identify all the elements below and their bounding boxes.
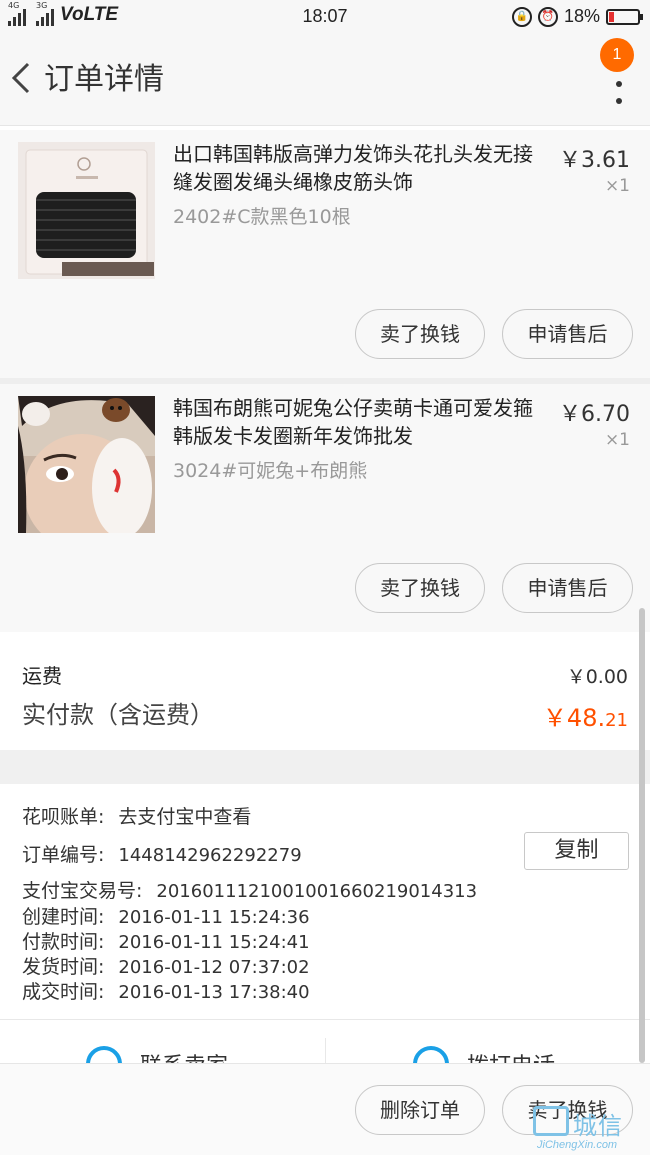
product-name[interactable]: 出口韩国韩版高弹力发饰头花扎头发无接缝发圈发绳头绳橡皮筋头饰: [173, 140, 548, 196]
completed-row: 成交时间: 2016-01-13 17:38:40: [22, 977, 310, 1004]
created-row: 创建时间: 2016-01-11 15:24:36: [22, 902, 310, 929]
product-sku: 3024#可妮兔+布朗熊: [173, 460, 368, 482]
nav-bar: 订单详情 1: [0, 34, 650, 126]
total-main: ￥48.: [542, 704, 606, 732]
huabei-link[interactable]: 去支付宝中查看: [118, 806, 251, 828]
payment-summary: 运费 ￥0.00 实付款（含运费） ￥48.21: [0, 632, 650, 750]
huabei-label: 花呗账单:: [22, 806, 105, 828]
watermark-logo: 城信 JiChengXin.com: [533, 1106, 645, 1154]
completed-value: 2016-01-13 17:38:40: [118, 982, 310, 1003]
watermark-icon: [533, 1106, 569, 1136]
contact-row: 联系卖家 拨打电话: [0, 1019, 650, 1063]
chat-icon: [86, 1046, 122, 1063]
shipped-row: 发货时间: 2016-01-12 07:37:02: [22, 952, 310, 979]
total-cents: 21: [605, 710, 628, 731]
watermark-url: JiChengXin.com: [537, 1139, 618, 1151]
scrollbar[interactable]: [639, 608, 645, 1063]
watermark-text: 城信: [573, 1112, 623, 1140]
order-info: 花呗账单: 去支付宝中查看 订单编号: 1448142962292279 复制 支付…: [0, 784, 650, 1019]
product-quantity: ×1: [604, 176, 630, 196]
phone-icon: [413, 1046, 449, 1063]
shipped-label: 发货时间:: [22, 956, 105, 978]
product-price: ￥3.61: [559, 148, 630, 173]
notification-badge: 1: [600, 38, 634, 72]
order-number-label: 订单编号:: [22, 844, 105, 866]
paid-label: 付款时间:: [22, 931, 105, 953]
paid-row: 付款时间: 2016-01-11 15:24:41: [22, 927, 310, 954]
product-price: ￥6.70: [559, 402, 630, 427]
status-right: 🔒 ⏰ 18%: [511, 6, 643, 27]
contact-seller-label: 联系卖家: [140, 1048, 228, 1063]
back-arrow-icon[interactable]: [8, 58, 38, 98]
contact-seller-button[interactable]: 联系卖家: [0, 1020, 325, 1063]
status-bar: 4G 3G VoLTE 18:07 🔒 ⏰ 18%: [0, 0, 650, 34]
total-label: 实付款（含运费）: [22, 701, 214, 729]
completed-label: 成交时间:: [22, 981, 105, 1003]
call-phone-label: 拨打电话: [467, 1048, 555, 1063]
section-gap: [0, 750, 650, 784]
copy-button[interactable]: 复制: [524, 832, 629, 870]
alipay-value: 2016011121001001660219014313: [156, 881, 478, 902]
created-value: 2016-01-11 15:24:36: [118, 907, 310, 928]
delete-order-button[interactable]: 删除订单: [355, 1085, 485, 1135]
alarm-icon: ⏰: [537, 6, 558, 27]
call-phone-button[interactable]: 拨打电话: [325, 1038, 650, 1063]
alipay-label: 支付宝交易号:: [22, 880, 143, 902]
after-sale-button[interactable]: 申请售后: [502, 309, 633, 359]
huabei-row[interactable]: 花呗账单: 去支付宝中查看: [22, 802, 251, 829]
product-thumbnail[interactable]: [18, 142, 155, 279]
order-number-value: 1448142962292279: [118, 845, 302, 866]
page-title: 订单详情: [44, 62, 164, 97]
created-label: 创建时间:: [22, 906, 105, 928]
battery-percent: 18%: [563, 6, 600, 26]
shipped-value: 2016-01-12 07:37:02: [118, 957, 310, 978]
shipping-value: ￥0.00: [566, 666, 628, 688]
battery-fill: [609, 11, 614, 22]
product-sku: 2402#C款黑色10根: [173, 206, 351, 228]
battery-icon: [606, 8, 643, 25]
total-value: ￥48.21: [543, 698, 628, 733]
order-item[interactable]: 韩国布朗熊可妮兔公仔卖萌卡通可爱发箍韩版发卡发圈新年发饰批发 3024#可妮兔+…: [0, 384, 650, 632]
product-quantity: ×1: [604, 430, 630, 450]
product-thumbnail[interactable]: [18, 396, 155, 533]
product-name[interactable]: 韩国布朗熊可妮兔公仔卖萌卡通可爱发箍韩版发卡发圈新年发饰批发: [173, 394, 548, 450]
lock-rotation-icon: 🔒: [511, 6, 532, 27]
paid-value: 2016-01-11 15:24:41: [118, 932, 310, 953]
sell-button[interactable]: 卖了换钱: [355, 563, 485, 613]
order-number-row: 订单编号: 1448142962292279: [22, 840, 302, 867]
alipay-row: 支付宝交易号: 2016011121001001660219014313: [22, 876, 477, 903]
after-sale-button[interactable]: 申请售后: [502, 563, 633, 613]
sell-button[interactable]: 卖了换钱: [355, 309, 485, 359]
order-item[interactable]: 出口韩国韩版高弹力发饰头花扎头发无接缝发圈发绳头绳橡皮筋头饰 2402#C款黑色…: [0, 130, 650, 378]
shipping-label: 运费: [22, 664, 62, 688]
